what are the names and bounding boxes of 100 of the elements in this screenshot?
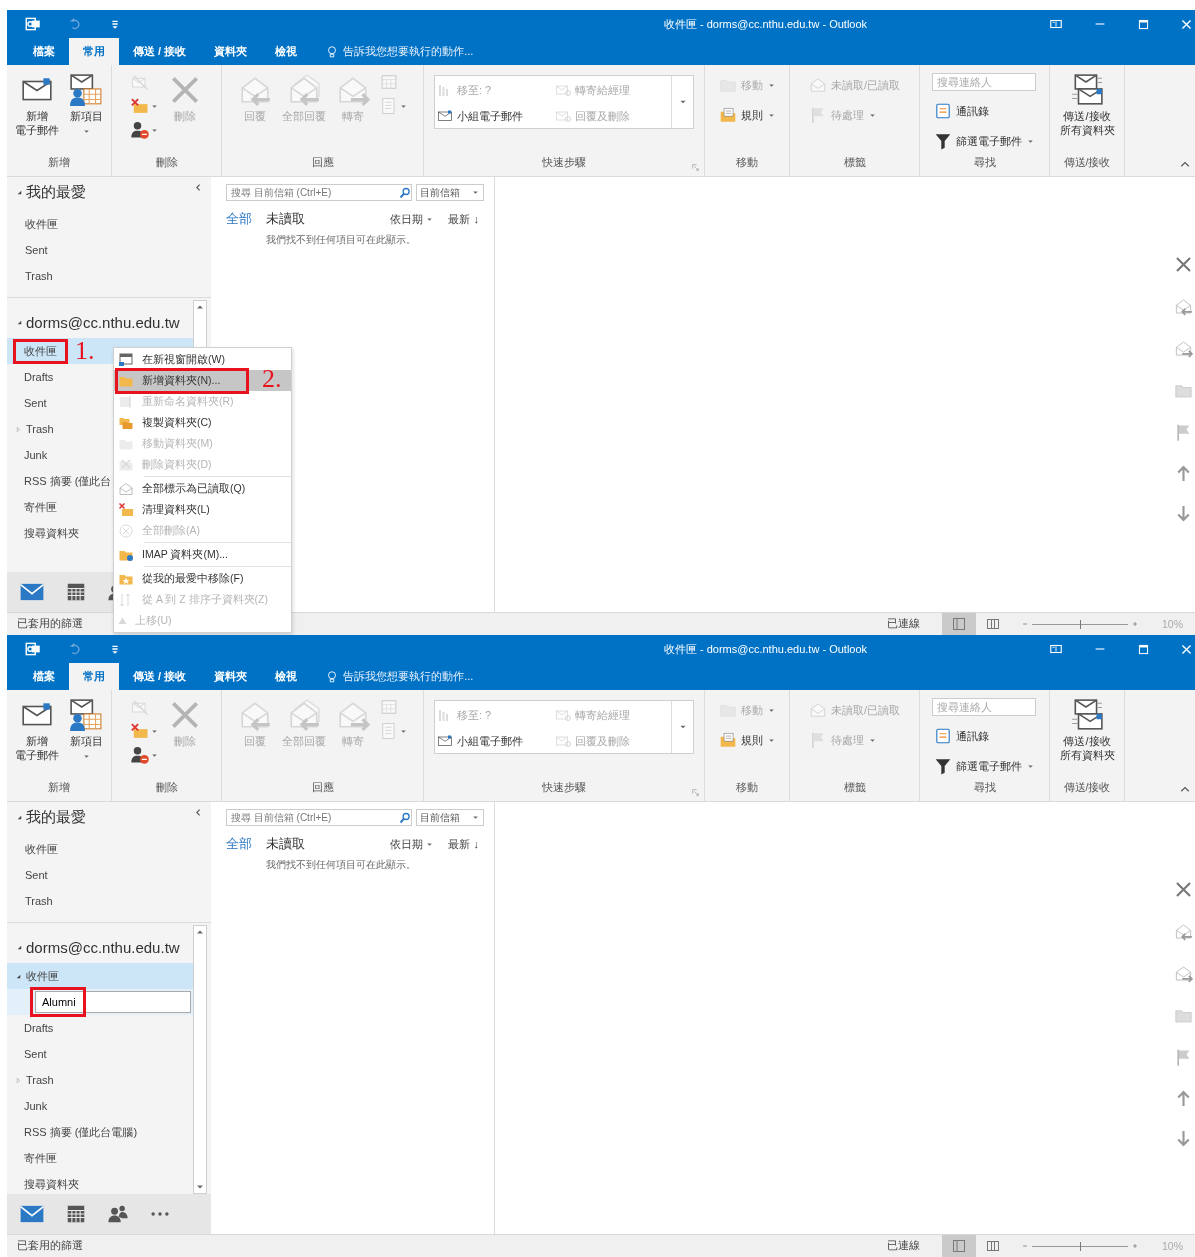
folder-item[interactable]: Trash: [7, 1067, 193, 1093]
group-label: 尋找: [972, 156, 997, 170]
account-header[interactable]: dorms@cc.nthu.edu.tw: [26, 313, 180, 331]
folder-name: 收件匣: [25, 216, 58, 232]
folder-name: Trash: [25, 895, 53, 907]
ribbon-button[interactable]: 篩選電子郵件: [932, 752, 1037, 780]
ribbon-tab[interactable]: 檔案: [19, 38, 69, 65]
ribbon-button[interactable]: 通訊錄: [932, 97, 1037, 125]
folder-name: Junk: [24, 1100, 48, 1112]
folder-name: 收件匣: [26, 968, 59, 984]
sort-order-button[interactable]: 最新 ↓: [448, 836, 479, 852]
folder-name: Trash: [26, 423, 54, 435]
folder-item[interactable]: 收件匣: [7, 836, 211, 862]
folder-item[interactable]: Sent: [7, 237, 211, 263]
folder-item[interactable]: Sent: [7, 1041, 193, 1067]
folder-name: 收件匣: [25, 841, 58, 857]
group-label: 刪除: [154, 781, 179, 795]
scope-dropdown[interactable]: 目前信箱: [416, 809, 484, 826]
filter-tab[interactable]: 全部: [226, 210, 252, 228]
group-label: 回應: [310, 156, 335, 170]
menu-item[interactable]: 全部標示為已讀取(Q): [114, 478, 291, 499]
folder-item[interactable]: 收件匣: [7, 963, 193, 989]
status-text: 已套用的篩選: [17, 1239, 83, 1253]
ribbon-tab[interactable]: 傳送 / 接收: [119, 38, 201, 65]
filter-tab[interactable]: 未讀取: [266, 835, 305, 853]
window-title: 收件匣 - dorms@cc.nthu.edu.tw - Outlook: [662, 16, 869, 32]
menu-item[interactable]: 複製資料夾(C): [114, 412, 291, 433]
tell-me-field[interactable]: 告訴我您想要執行的動作...: [343, 669, 474, 684]
ribbon-tab[interactable]: 檢視: [261, 38, 312, 65]
ribbon-tab[interactable]: 常用: [69, 38, 119, 65]
folder-name: 收件匣: [16, 341, 65, 361]
filter-tab[interactable]: 全部: [226, 835, 252, 853]
group-label: 標籤: [842, 781, 867, 795]
group-label: 新增: [47, 156, 71, 170]
empty-message: 我們找不到任何項目可在此顯示。: [265, 233, 417, 247]
ribbon-button[interactable]: 通訊錄: [932, 722, 1037, 750]
quick-step[interactable]: 小組電子郵件: [435, 102, 553, 130]
arrange-dropdown[interactable]: 依日期: [390, 211, 435, 227]
ribbon-button[interactable]: 規則: [716, 101, 778, 129]
group-label: 新增: [47, 781, 71, 795]
group-label: 刪除: [154, 156, 179, 170]
folder-item[interactable]: Junk: [7, 1093, 193, 1119]
sort-order-button[interactable]: 最新 ↓: [448, 211, 479, 227]
connection-status: 已連線: [887, 616, 921, 631]
folder-item[interactable]: 收件匣: [7, 211, 211, 237]
folder-item[interactable]: 寄件匣: [7, 1145, 193, 1171]
group-label: 移動: [735, 156, 759, 170]
folder-item[interactable]: Sent: [7, 862, 211, 888]
ribbon-tab[interactable]: 資料夾: [200, 38, 262, 65]
ribbon-button[interactable]: 規則: [716, 726, 778, 754]
ribbon-button[interactable]: 新增 電子郵件: [12, 696, 62, 765]
filter-tab[interactable]: 未讀取: [266, 210, 305, 228]
menu-item[interactable]: IMAP 資料夾(M)...: [114, 544, 291, 565]
folder-name: 寄件匣: [24, 1150, 57, 1166]
status-text: 已套用的篩選: [17, 617, 83, 631]
group-label: 傳送/接收: [1062, 781, 1112, 795]
ribbon-button[interactable]: 傳送/接收 所有資料夾: [1056, 696, 1118, 765]
account-header[interactable]: dorms@cc.nthu.edu.tw: [26, 938, 180, 956]
folder-name: Sent: [25, 244, 48, 256]
search-field[interactable]: 搜尋 目前信箱 (Ctrl+E): [226, 809, 412, 826]
quick-step[interactable]: 小組電子郵件: [435, 727, 553, 755]
tell-me-field[interactable]: 告訴我您想要執行的動作...: [343, 44, 474, 59]
ribbon-button[interactable]: 新項目: [66, 71, 106, 138]
ribbon-button[interactable]: 傳送/接收 所有資料夾: [1056, 71, 1118, 140]
window-title: 收件匣 - dorms@cc.nthu.edu.tw - Outlook: [662, 641, 869, 657]
ribbon-tab[interactable]: 常用: [69, 663, 119, 690]
empty-message: 我們找不到任何項目可在此顯示。: [265, 858, 417, 872]
search-contacts-field[interactable]: 搜尋連絡人: [932, 73, 1036, 91]
folder-name: Sent: [25, 869, 48, 881]
group-label: 快速步驟: [541, 781, 587, 795]
ribbon-button[interactable]: 新項目: [66, 696, 106, 763]
folder-item[interactable]: Drafts: [7, 1015, 193, 1041]
group-label: 尋找: [972, 781, 997, 795]
ribbon-button[interactable]: 篩選電子郵件: [932, 127, 1037, 155]
menu-item[interactable]: 從我的最愛中移除(F): [114, 568, 291, 589]
ribbon-tab[interactable]: 傳送 / 接收: [119, 663, 201, 690]
group-label: 快速步驟: [541, 156, 587, 170]
menu-item[interactable]: 新增資料夾(N)... 2.: [114, 370, 291, 391]
folder-item[interactable]: RSS 摘要 (僅此台電腦): [7, 1119, 193, 1145]
zoom-level: 10%: [1161, 617, 1184, 632]
group-label: 移動: [735, 781, 759, 795]
folder-item[interactable]: Trash: [7, 263, 211, 289]
ribbon-tab[interactable]: 檢視: [261, 663, 312, 690]
section-header[interactable]: 我的最愛: [26, 182, 86, 202]
ribbon-tab[interactable]: 檔案: [19, 663, 69, 690]
group-label: 標籤: [842, 156, 867, 170]
folder-item[interactable]: Trash: [7, 888, 211, 914]
search-field[interactable]: 搜尋 目前信箱 (Ctrl+E): [226, 184, 412, 201]
folder-name-field[interactable]: Alumni: [35, 991, 191, 1013]
ribbon-button[interactable]: 新增 電子郵件: [12, 71, 62, 140]
ribbon-tab[interactable]: 資料夾: [200, 663, 262, 690]
connection-status: 已連線: [887, 1238, 921, 1253]
search-contacts-field[interactable]: 搜尋連絡人: [932, 698, 1036, 716]
arrange-dropdown[interactable]: 依日期: [390, 836, 435, 852]
scope-dropdown[interactable]: 目前信箱: [416, 184, 484, 201]
menu-item[interactable]: 清理資料夾(L): [114, 499, 291, 520]
folder-item[interactable]: 搜尋資料夾: [7, 1171, 193, 1194]
group-label: 回應: [310, 781, 335, 795]
step-number: 1.: [75, 338, 95, 364]
section-header[interactable]: 我的最愛: [26, 807, 86, 827]
